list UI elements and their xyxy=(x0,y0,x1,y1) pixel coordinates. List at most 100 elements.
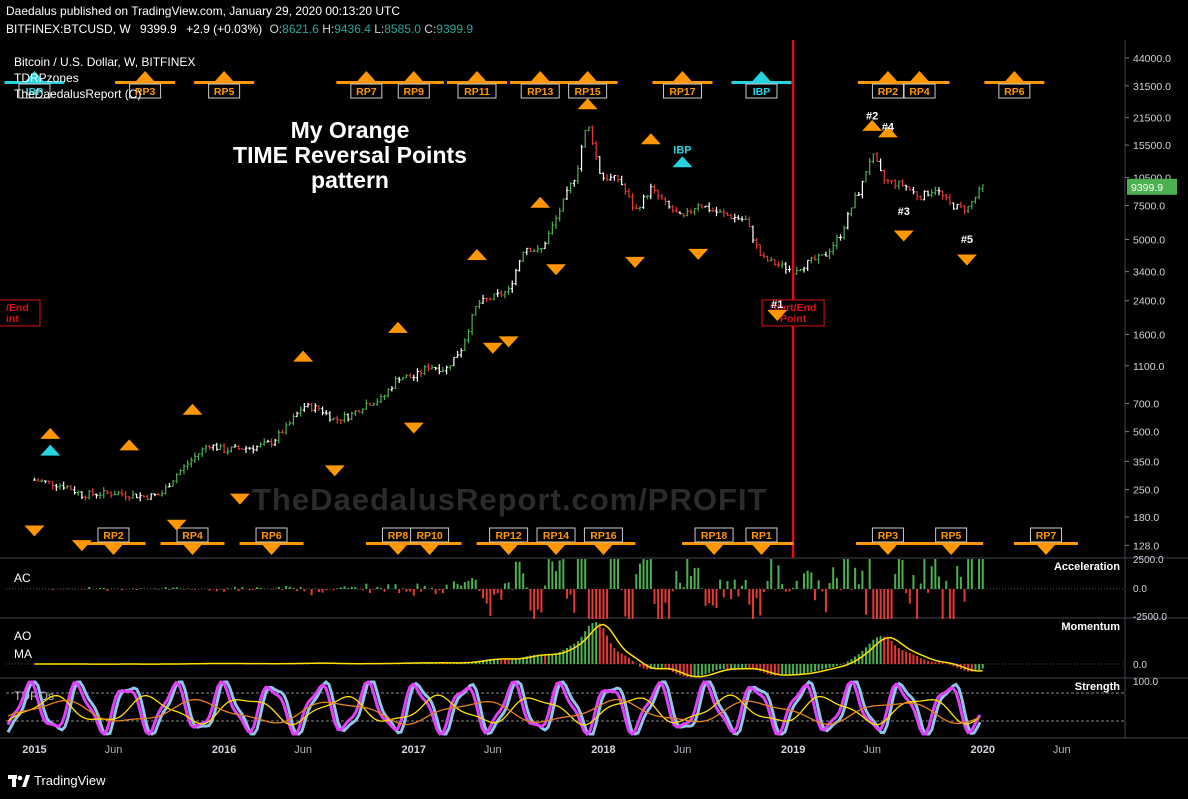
ac-bar xyxy=(883,589,886,619)
ac-bar xyxy=(813,589,816,601)
symbol-name[interactable]: BITFINEX:BTCUSD, W xyxy=(6,22,131,36)
chart-legend: Bitcoin / U.S. Dollar, W, BITFINEX TDRPz… xyxy=(14,54,195,102)
ac-bar xyxy=(587,589,590,619)
tradingview-brand[interactable]: TradingView xyxy=(34,773,106,788)
ac-bar xyxy=(558,560,561,589)
rp-arrow-down xyxy=(183,545,202,555)
ac-bar xyxy=(792,587,795,589)
last-price-label: 9399.9 xyxy=(1131,182,1163,194)
ac-bar xyxy=(584,559,587,589)
rp-label: RP1 xyxy=(751,530,772,542)
ac-bar xyxy=(460,585,463,589)
rp-label: RP4 xyxy=(182,530,203,542)
rp-label: IBP xyxy=(753,86,771,98)
ac-bar xyxy=(759,589,762,616)
legend-indicator-2[interactable]: TheDaedalusReport (C) xyxy=(14,86,195,102)
rp-label: RP2 xyxy=(878,86,899,98)
ao-bar xyxy=(817,664,820,671)
ac-bar xyxy=(784,589,787,592)
ac-bar xyxy=(700,588,703,589)
ao-bar xyxy=(923,659,926,664)
ac-bar xyxy=(886,589,889,619)
ao-bar xyxy=(587,625,590,664)
legend-indicator-1[interactable]: TDRPzones xyxy=(14,70,195,86)
rp-arrow-down xyxy=(705,545,724,555)
rp-label: RP7 xyxy=(356,86,377,98)
ac-bar xyxy=(894,573,897,589)
ao-bar xyxy=(948,664,951,665)
x-tick-label: Jun xyxy=(863,744,881,756)
rp-label: RP9 xyxy=(404,86,425,98)
ao-bar xyxy=(507,658,510,664)
ac-bar xyxy=(741,585,744,589)
high-value: 9436.4 xyxy=(334,22,371,36)
ac-bar xyxy=(525,587,528,589)
ac-bar xyxy=(824,589,827,613)
ac-bar xyxy=(120,589,123,591)
y-tick-label: 5000.0 xyxy=(1133,234,1165,246)
ao-bar xyxy=(741,664,744,669)
ao-bar xyxy=(551,653,554,664)
ac-bar xyxy=(806,570,809,589)
ao-bar xyxy=(726,664,729,669)
ao-bar xyxy=(730,664,733,669)
y-tick-label: 1600.0 xyxy=(1133,330,1165,342)
ac-bar xyxy=(755,589,758,599)
ac-bar xyxy=(959,576,962,589)
ac-bar xyxy=(131,588,134,589)
chart-svg[interactable]: 44000.031500.021500.015500.010500.07500.… xyxy=(0,40,1188,770)
ao-label: AO xyxy=(14,629,31,643)
ac-bar xyxy=(591,589,594,619)
point-label: IBP xyxy=(673,145,691,157)
ac-bar xyxy=(285,585,288,589)
reversal-arrow-up xyxy=(466,248,487,260)
reversal-arrow-down xyxy=(24,525,45,537)
ac-bar xyxy=(409,589,412,592)
ac-bar xyxy=(321,589,324,593)
ac-bar xyxy=(193,589,196,590)
reversal-arrow-up xyxy=(530,196,551,208)
last-price: 9399.9 xyxy=(140,22,177,36)
ao-bar xyxy=(890,641,893,664)
ao-bar xyxy=(886,638,889,664)
ac-bar xyxy=(704,589,707,606)
ao-bar xyxy=(693,664,696,677)
ac-bar xyxy=(963,589,966,602)
ac-bar xyxy=(562,559,565,589)
ac-bar xyxy=(934,559,937,589)
rp-label: RP16 xyxy=(590,530,616,542)
ac-bar xyxy=(675,570,678,589)
x-tick-label: Jun xyxy=(294,744,312,756)
ac-bar xyxy=(868,559,871,589)
ao-bar xyxy=(824,664,827,669)
ao-bar xyxy=(788,664,791,675)
ac-bar xyxy=(602,589,605,619)
ac-bar xyxy=(901,559,904,589)
ac-bar xyxy=(471,578,474,589)
ac-bar xyxy=(255,587,258,589)
ao-bar xyxy=(792,664,795,675)
ac-bar xyxy=(854,567,857,589)
reversal-arrow-down xyxy=(71,540,92,552)
ac-bar xyxy=(223,589,226,592)
ac-bar xyxy=(463,581,466,589)
ao-bar xyxy=(908,652,911,664)
legend-title[interactable]: Bitcoin / U.S. Dollar, W, BITFINEX xyxy=(14,54,195,70)
ac-bar xyxy=(850,589,853,590)
ac-bar xyxy=(770,559,773,589)
ac-bar xyxy=(781,584,784,589)
ac-bar xyxy=(569,589,572,595)
ac-bar xyxy=(846,559,849,589)
low-value: 8585.0 xyxy=(384,22,421,36)
ac-bar xyxy=(733,579,736,589)
rp-arrow-down xyxy=(752,545,771,555)
ac-bar xyxy=(456,583,459,589)
ao-bar xyxy=(813,664,816,672)
ao-bar xyxy=(799,664,802,674)
ao-bar xyxy=(810,664,813,673)
ao-bar xyxy=(784,664,787,675)
ac-bar xyxy=(164,587,167,589)
ac-bar xyxy=(730,589,733,599)
ac-bar xyxy=(482,589,485,599)
ac-bar xyxy=(693,567,696,589)
